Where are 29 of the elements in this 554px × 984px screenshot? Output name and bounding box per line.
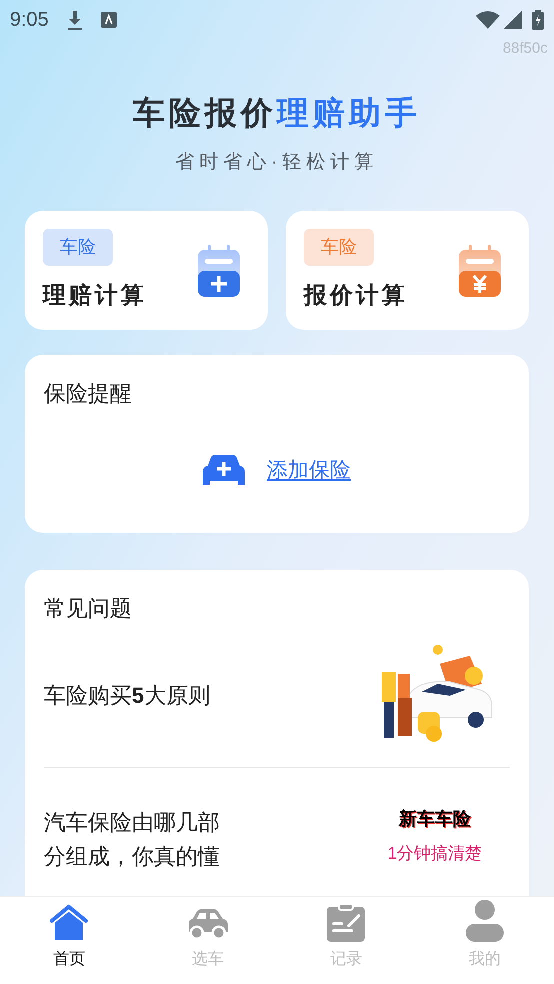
- question-text[interactable]: 汽车保险由哪几部分组成，你真的懂: [44, 806, 360, 874]
- tool-card[interactable]: 车险 理赔计算: [25, 211, 268, 330]
- home-icon: [50, 904, 88, 942]
- add-insurance-link[interactable]: 添加保险: [267, 455, 351, 487]
- calendar-yen-icon: [459, 244, 501, 296]
- tool-title: 报价计算: [304, 280, 409, 310]
- battery-icon: [532, 10, 544, 30]
- card-title: 常见问题: [44, 595, 133, 623]
- tag-label: 车险: [304, 228, 374, 266]
- signal-icon: [504, 11, 522, 29]
- app-title-highlight: 理赔助手: [277, 94, 421, 132]
- app-title: 车险报价: [133, 94, 277, 132]
- tool-card[interactable]: 车险 报价计算: [286, 211, 529, 330]
- tag-label: 车险: [43, 228, 113, 266]
- tool-title: 理赔计算: [43, 280, 148, 310]
- keyboard-icon: [100, 12, 117, 28]
- card-title: 保险提醒: [44, 380, 133, 408]
- thumbnail-caption: 1分钟搞清楚: [388, 843, 482, 865]
- clipboard-icon: [327, 904, 366, 942]
- car-add-icon: [203, 454, 245, 488]
- clock-time: 9:05: [10, 8, 49, 33]
- thumbnail-headline: 新车车险: [399, 808, 471, 831]
- calendar-plus-icon: [198, 244, 240, 296]
- wifi-icon: [476, 11, 500, 29]
- tab-item[interactable]: 首页: [0, 897, 138, 984]
- app-subtitle: 省时省心·轻松计算: [175, 150, 379, 174]
- download-icon: [66, 10, 83, 30]
- question-text[interactable]: 车险购买5大原则: [44, 679, 360, 713]
- person-icon: [466, 900, 504, 942]
